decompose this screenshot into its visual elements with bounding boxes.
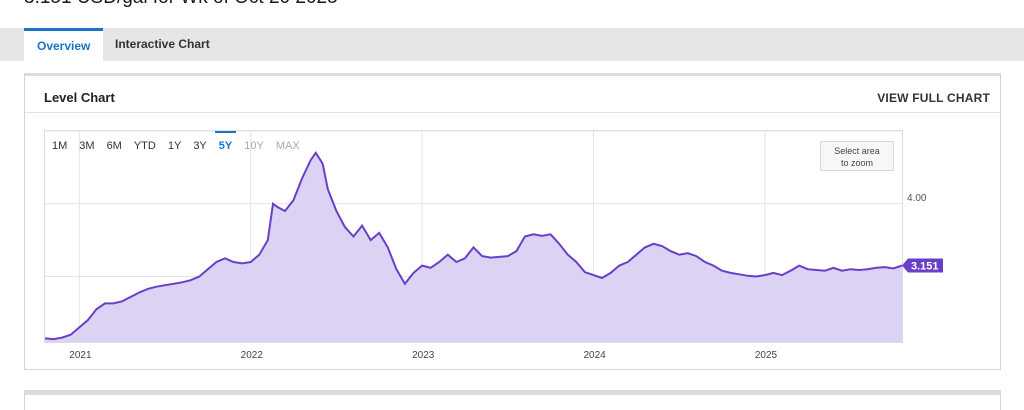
level-chart[interactable]: 2021 2022 2023 2024 2025 4.00 3.151 bbox=[0, 0, 1024, 402]
x-tick-label: 2021 bbox=[69, 350, 92, 361]
y-tick-label: 4.00 bbox=[907, 193, 927, 204]
range-1y[interactable]: 1Y bbox=[162, 131, 187, 161]
x-tick-label: 2022 bbox=[241, 350, 264, 361]
y-axis-ticks: 4.00 bbox=[907, 193, 927, 204]
range-6m[interactable]: 6M bbox=[101, 131, 128, 161]
range-3m[interactable]: 3M bbox=[73, 131, 100, 161]
zoom-label-line1: Select area bbox=[834, 146, 880, 156]
range-ytd[interactable]: YTD bbox=[128, 131, 162, 161]
last-value-label: 3.151 bbox=[911, 261, 939, 273]
x-tick-label: 2024 bbox=[583, 350, 606, 361]
range-selector: 1M 3M 6M YTD 1Y 3Y 5Y 10Y MAX bbox=[46, 131, 306, 161]
select-area-zoom-button[interactable]: Select area to zoom bbox=[820, 141, 894, 171]
range-10y: 10Y bbox=[244, 140, 264, 152]
range-3y[interactable]: 3Y bbox=[187, 131, 212, 161]
range-1m[interactable]: 1M bbox=[46, 131, 73, 161]
x-tick-label: 2023 bbox=[412, 350, 435, 361]
next-card bbox=[24, 390, 1001, 410]
zoom-label-line2: to zoom bbox=[840, 158, 873, 168]
range-5y[interactable]: 5Y bbox=[213, 131, 238, 161]
range-max: MAX bbox=[275, 140, 300, 152]
last-value-badge: 3.151 bbox=[902, 258, 943, 273]
x-axis-ticks: 2021 2022 2023 2024 2025 bbox=[69, 350, 777, 361]
x-tick-label: 2025 bbox=[755, 350, 778, 361]
